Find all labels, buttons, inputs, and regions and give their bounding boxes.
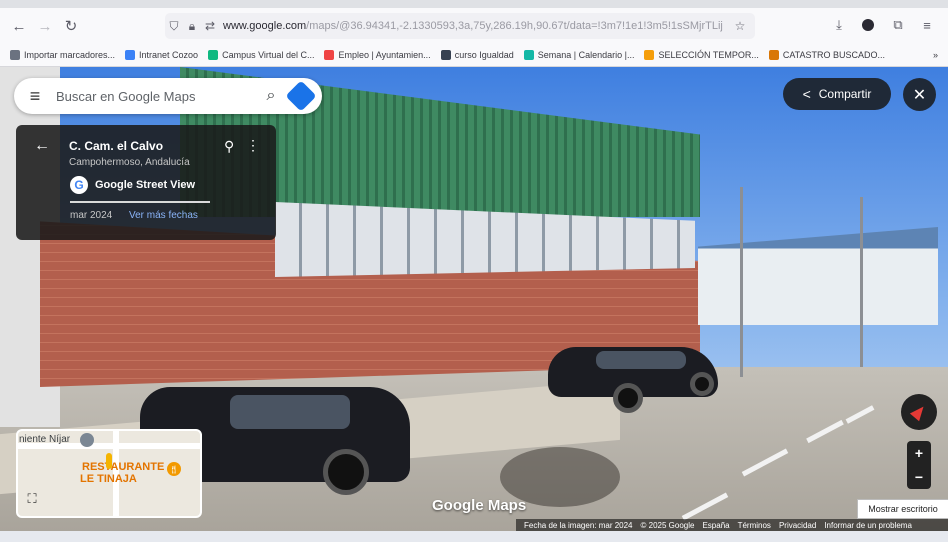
url-path: /maps/@36.94341,-2.1330593,3a,75y,286.19…	[306, 20, 723, 32]
map-footer: Fecha de la imagen: mar 2024 © 2025 Goog…	[516, 519, 948, 531]
restaurant-pin-icon[interactable]: 🍴︎	[167, 462, 181, 476]
bookmarks-overflow-icon[interactable]: »	[933, 50, 938, 60]
report-problem-link[interactable]: Informar de un problema	[824, 521, 912, 530]
share-button[interactable]: < Compartir	[783, 78, 891, 110]
back-arrow-icon[interactable]: ←	[34, 137, 50, 155]
url-bar[interactable]: ⛉ 🔒︎ ⇄ www.google.com/maps/@36.94341,-2.…	[165, 13, 755, 39]
compass-needle-icon	[909, 402, 929, 422]
account-icon[interactable]	[857, 14, 879, 36]
menu-icon[interactable]: ≡	[916, 14, 938, 36]
copyright: © 2025 Google	[640, 520, 695, 530]
bookmark-icon	[523, 50, 534, 60]
map-place-label: niente Níjar	[19, 434, 71, 445]
google-icon: G	[70, 176, 88, 194]
share-icon: <	[802, 86, 811, 102]
map-pin-icon	[80, 433, 94, 447]
divider	[70, 201, 210, 203]
bookmark-icon	[440, 50, 451, 60]
search-input[interactable]: Buscar en Google Maps	[56, 89, 258, 104]
bookmark-icon	[208, 50, 219, 60]
close-button[interactable]: ✕	[903, 78, 936, 111]
tab-strip	[0, 0, 948, 8]
bookmark-icon	[10, 50, 20, 60]
image-date: Fecha de la imagen: mar 2024	[524, 520, 633, 530]
bookmark-icon	[125, 50, 136, 60]
country-link[interactable]: España	[702, 521, 729, 530]
more-dates-link[interactable]: Ver más fechas	[129, 210, 198, 221]
zoom-in-button[interactable]: +	[915, 445, 923, 461]
street-lamp	[860, 197, 863, 367]
bookmarks-bar: Importar marcadores... Intranet Cozoo Ca…	[0, 44, 948, 67]
location-pin-icon[interactable]: ⚲	[224, 138, 234, 155]
location-subtitle: Campohermoso, Andalucía	[69, 157, 190, 168]
bookmark-item[interactable]: curso Igualdad	[440, 50, 514, 60]
car-wheel	[690, 372, 714, 396]
star-icon[interactable]: ☆	[731, 19, 749, 33]
navigation-bar: ← → ↻ ⛉ 🔒︎ ⇄ www.google.com/maps/@36.943…	[0, 8, 948, 44]
more-options-icon[interactable]: ⋮	[246, 137, 260, 154]
show-desktop-tooltip: Mostrar escritorio	[857, 499, 948, 519]
compass-button[interactable]	[901, 394, 937, 430]
close-icon: ✕	[912, 86, 927, 104]
taskbar	[0, 531, 948, 542]
directions-icon[interactable]	[285, 80, 317, 112]
download-icon[interactable]: ⤓	[828, 14, 850, 36]
street-lamp	[740, 187, 743, 377]
zoom-out-button[interactable]: −	[915, 469, 923, 485]
bookmark-icon	[644, 50, 655, 60]
restaurant-label: RESTAURANTE LE TINAJA	[80, 461, 165, 485]
shield-icon[interactable]: ⛉	[165, 19, 183, 34]
bookmark-item[interactable]: Empleo | Ayuntamien...	[324, 50, 431, 60]
forward-icon[interactable]: →	[32, 13, 58, 39]
terms-link[interactable]: Términos	[738, 521, 771, 530]
street-view-panorama[interactable]: ≡ Buscar en Google Maps ⌕ ← C. Cam. el C…	[0, 67, 948, 531]
capture-date: mar 2024	[70, 210, 113, 221]
car-window	[230, 395, 350, 429]
bookmark-item[interactable]: CATASTRO BUSCADO...	[768, 50, 885, 60]
reload-icon[interactable]: ↻	[58, 13, 84, 39]
bookmark-icon	[324, 50, 335, 60]
hamburger-menu-icon[interactable]: ≡	[14, 86, 56, 107]
pegman-icon	[106, 453, 112, 469]
back-icon[interactable]: ←	[6, 13, 32, 39]
zoom-control: + −	[907, 441, 931, 489]
lock-icon[interactable]: 🔒︎	[183, 19, 201, 34]
location-info-card: ← C. Cam. el Calvo Campohermoso, Andaluc…	[16, 125, 276, 240]
bookmark-item[interactable]: Intranet Cozoo	[125, 50, 198, 60]
bookmark-icon	[768, 50, 779, 60]
minimap[interactable]: niente Níjar RESTAURANTE LE TINAJA 🍴︎ ⛶	[16, 429, 202, 518]
bookmark-item[interactable]: SELECCIÓN TEMPOR...	[644, 50, 759, 60]
car-window	[596, 351, 686, 369]
bookmark-item[interactable]: Importar marcadores...	[10, 50, 115, 60]
google-maps-logo: Google Maps	[432, 497, 527, 514]
url-host: www.google.com	[223, 20, 307, 32]
bookmark-item[interactable]: Semana | Calendario |...	[523, 50, 634, 60]
car-wheel	[613, 383, 643, 413]
expand-map-icon[interactable]: ⛶	[23, 491, 41, 509]
search-box[interactable]: ≡ Buscar en Google Maps ⌕	[14, 78, 322, 114]
permissions-icon[interactable]: ⇄	[201, 19, 219, 33]
bookmark-item[interactable]: Campus Virtual del C...	[208, 50, 314, 60]
search-icon[interactable]: ⌕	[258, 87, 284, 105]
street-view-source: G Google Street View	[70, 176, 195, 194]
privacy-link[interactable]: Privacidad	[779, 521, 816, 530]
location-title: C. Cam. el Calvo	[69, 139, 164, 153]
extensions-icon[interactable]: ⧉	[887, 14, 909, 36]
car-wheel	[323, 449, 369, 495]
